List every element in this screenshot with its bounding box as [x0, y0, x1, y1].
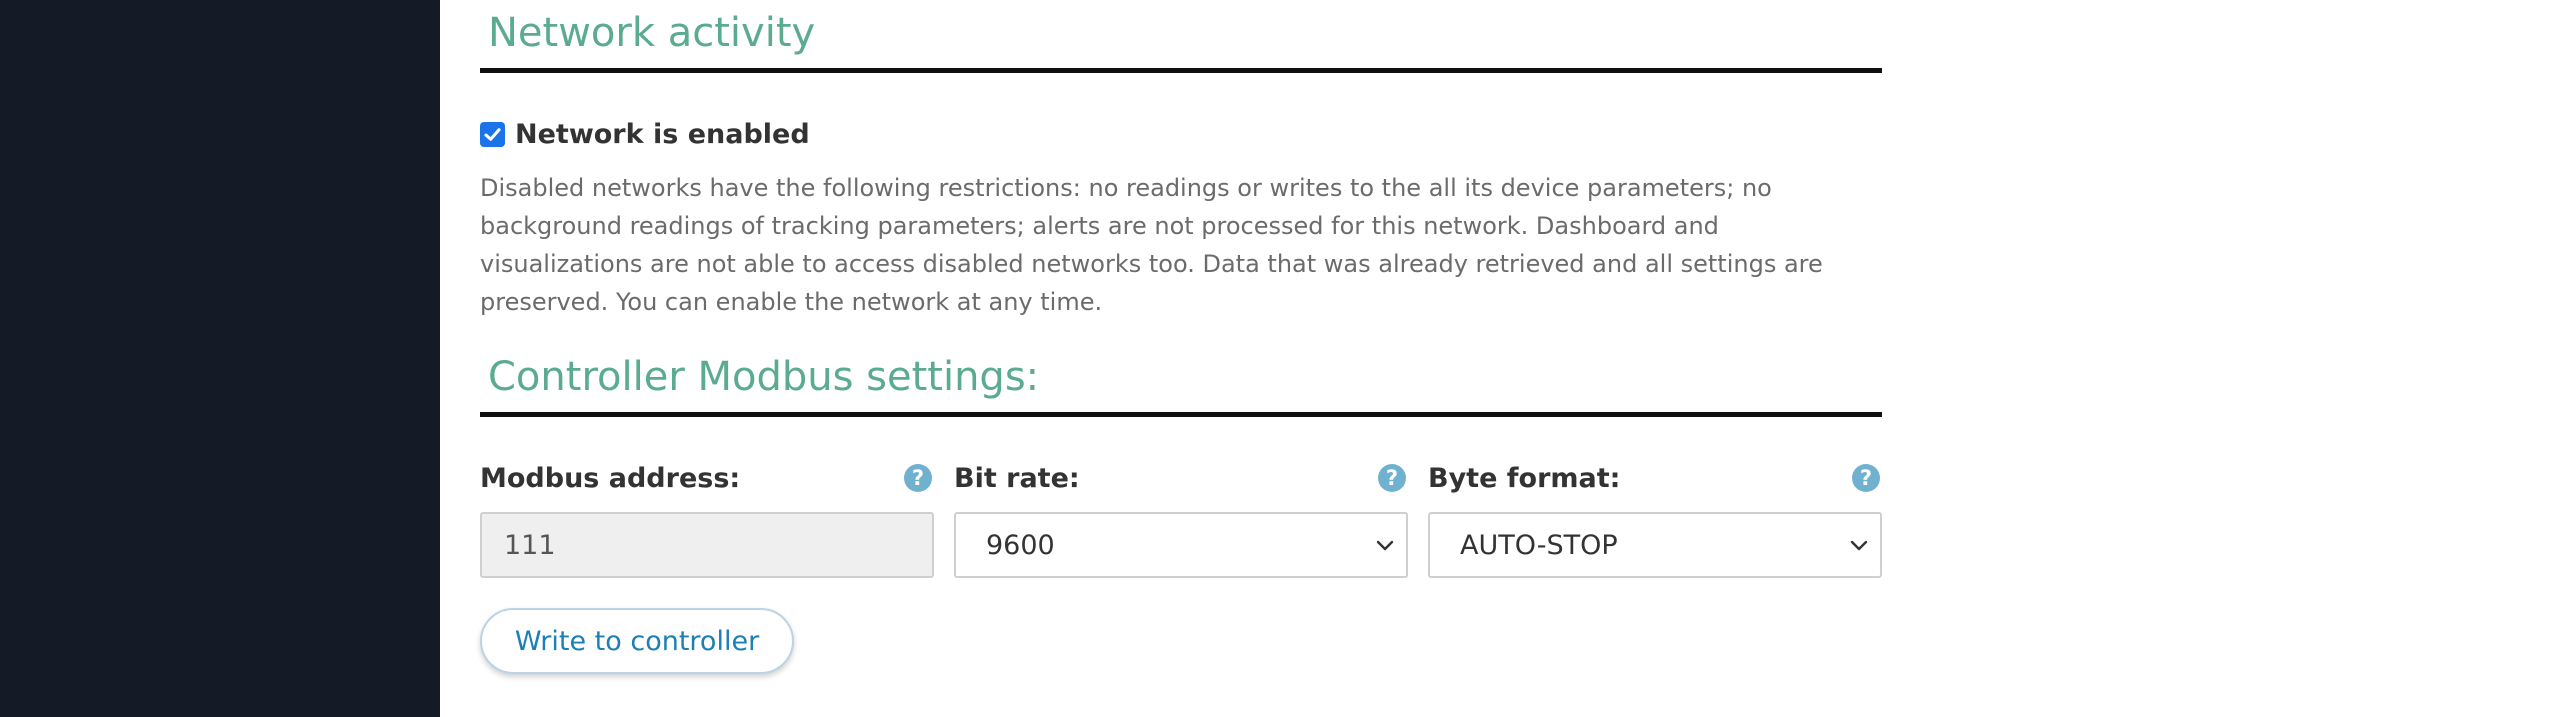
main-content: Network activity Network is enabled Disa…	[480, 0, 1882, 674]
help-icon[interactable]: ?	[904, 464, 932, 492]
modbus-address-value: 111	[504, 529, 556, 561]
byte-format-field: Byte format: ? AUTO-STOP	[1428, 461, 1882, 578]
bit-rate-select[interactable]: 9600	[954, 512, 1408, 578]
bit-rate-label: Bit rate:	[954, 462, 1080, 494]
section-divider	[480, 412, 1882, 417]
network-enabled-label[interactable]: Network is enabled	[515, 119, 810, 150]
help-icon[interactable]: ?	[1378, 464, 1406, 492]
network-enabled-row[interactable]: Network is enabled	[480, 117, 1882, 151]
modbus-address-field: Modbus address: ? 111	[480, 461, 934, 578]
modbus-settings-title: Controller Modbus settings:	[488, 354, 1040, 400]
help-icon[interactable]: ?	[1852, 464, 1880, 492]
checkmark-icon	[484, 127, 501, 141]
byte-format-value: AUTO-STOP	[1460, 529, 1618, 561]
modbus-address-label: Modbus address:	[480, 462, 741, 494]
byte-format-select[interactable]: AUTO-STOP	[1428, 512, 1882, 578]
bit-rate-field: Bit rate: ? 9600	[954, 461, 1408, 578]
modbus-address-input[interactable]: 111	[480, 512, 934, 578]
modbus-fields: Modbus address: ? 111 Bit rate: ? 9600 B…	[480, 461, 1882, 578]
section-divider	[480, 68, 1882, 73]
network-disabled-description: Disabled networks have the following res…	[480, 174, 1823, 316]
network-enabled-checkbox[interactable]	[480, 121, 505, 147]
write-to-controller-button[interactable]: Write to controller	[480, 608, 794, 674]
chevron-down-icon	[1372, 532, 1398, 558]
byte-format-label: Byte format:	[1428, 462, 1621, 494]
sidebar	[0, 0, 440, 717]
network-activity-title: Network activity	[488, 10, 816, 56]
chevron-down-icon	[1846, 532, 1872, 558]
bit-rate-value: 9600	[986, 529, 1055, 561]
